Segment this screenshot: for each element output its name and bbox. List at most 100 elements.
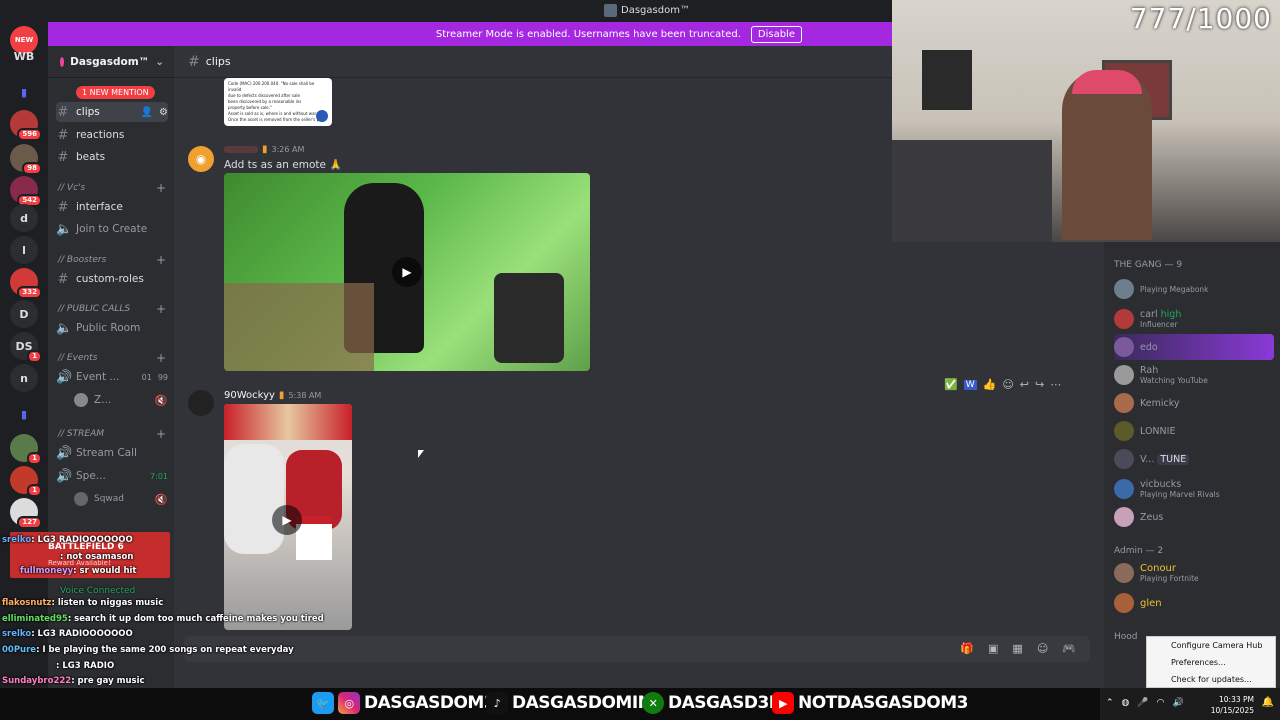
voice-user[interactable]: Z... 🔇 xyxy=(74,390,168,410)
member-item[interactable]: vicbucks Playing Marvel Rivals xyxy=(1114,476,1274,502)
member-item[interactable]: Kemicky xyxy=(1114,390,1274,416)
volume-icon[interactable]: 🔊 xyxy=(1172,698,1183,708)
invite-icon[interactable]: 👤 xyxy=(141,107,153,118)
channel-clips[interactable]: # clips 👤 ⚙ xyxy=(56,102,168,122)
gif-icon[interactable]: ▣ xyxy=(988,642,998,655)
message: 90Wockyy ▮ 5:38 AM ▶ xyxy=(174,388,1104,630)
channel-stream-call[interactable]: 🔊 Stream Call xyxy=(56,443,168,463)
emoji-icon[interactable]: ☺ xyxy=(1037,642,1048,655)
category-vcs[interactable]: // Vc's + xyxy=(58,180,166,196)
social-xbox: ✕ DASGASD3M xyxy=(642,692,786,714)
social-handle: DASGASD3M xyxy=(668,693,786,713)
username[interactable]: 90Wockyy xyxy=(224,390,275,401)
follower-goal-counter: 777/1000 xyxy=(1129,2,1272,35)
plus-icon[interactable]: + xyxy=(156,351,166,365)
discord-avatar-icon[interactable]: ◉ xyxy=(188,146,214,172)
member-item[interactable]: carl high Influencer xyxy=(1114,306,1274,332)
play-icon[interactable]: ▶ xyxy=(272,505,302,535)
tray-context-menu: Configure Camera Hub Preferences... Chec… xyxy=(1146,636,1276,688)
category-label: // Vc's xyxy=(58,183,86,193)
tray-clock[interactable]: 10:33 PM 10/15/2025 xyxy=(1211,694,1254,716)
sticker-icon[interactable]: ▦ xyxy=(1012,642,1022,655)
microphone-icon[interactable]: 🎤 xyxy=(1137,698,1148,708)
hash-icon: # xyxy=(57,149,69,165)
category-stream[interactable]: // STREAM + xyxy=(58,426,166,442)
server-icon[interactable]: 1 xyxy=(10,434,42,465)
document-image[interactable]: Code (MAC) 200.200.040. "No sale shall b… xyxy=(224,78,332,126)
member-item[interactable]: glen xyxy=(1114,590,1274,616)
menu-item-configure-camera-hub[interactable]: Configure Camera Hub xyxy=(1147,637,1275,654)
channel-spe[interactable]: 🔊 Spe... 7:01 xyxy=(56,466,168,486)
channel-custom-roles[interactable]: # custom-roles xyxy=(56,269,168,289)
message-header: ▮ 3:26 AM xyxy=(224,144,304,155)
member-activity: Watching YouTube xyxy=(1140,376,1208,385)
server-d[interactable]: d xyxy=(10,204,38,232)
member-item[interactable]: Zeus xyxy=(1114,504,1274,530)
avatar xyxy=(1114,337,1134,357)
message-input[interactable]: 🎁 ▣ ▦ ☺ 🎮 xyxy=(184,636,1090,662)
server-icon[interactable]: 1 xyxy=(10,466,42,497)
server-D[interactable]: D xyxy=(10,300,38,328)
server-wb[interactable]: WB xyxy=(10,42,38,70)
chat-user: flakosnutz xyxy=(2,598,52,608)
server-boost-icon xyxy=(60,56,65,67)
folder-icon[interactable]: ▮ xyxy=(10,400,38,428)
gift-icon[interactable]: 🎁 xyxy=(960,642,974,655)
server-n[interactable]: n xyxy=(10,364,38,392)
member-tag: TUNE xyxy=(1157,453,1190,465)
member-item[interactable]: Rah Watching YouTube xyxy=(1114,362,1274,388)
server-l[interactable]: l xyxy=(10,236,38,264)
plus-icon[interactable]: + xyxy=(156,181,166,195)
server-header[interactable]: Dasgasdom™ ⌄ xyxy=(48,46,174,78)
avatar[interactable] xyxy=(188,390,214,416)
folder-icon[interactable]: ▮ xyxy=(10,78,38,106)
activity-icon[interactable]: 🎮 xyxy=(1062,642,1076,655)
plus-icon[interactable]: + xyxy=(156,427,166,441)
member-name: Rah xyxy=(1140,365,1159,376)
video-attachment[interactable]: ▶ xyxy=(224,173,590,371)
category-boosters[interactable]: // Boosters + xyxy=(58,252,166,268)
wifi-icon[interactable]: ◠ xyxy=(1157,698,1165,708)
hidden-username[interactable] xyxy=(224,146,258,153)
notification-icon[interactable]: 🔔 xyxy=(1262,697,1274,708)
member-name: Kemicky xyxy=(1140,397,1180,409)
play-icon[interactable]: ▶ xyxy=(392,257,422,287)
network-icon[interactable]: ◍ xyxy=(1122,698,1130,708)
mention-badge: 98 xyxy=(22,162,42,175)
chat-text: : sr would hit xyxy=(73,566,137,576)
server-icon[interactable]: 98 xyxy=(10,144,42,175)
menu-item-preferences[interactable]: Preferences... xyxy=(1147,654,1275,671)
member-activity: Playing Megabonk xyxy=(1140,284,1209,294)
plus-icon[interactable]: + xyxy=(156,302,166,316)
server-icon[interactable]: 332 xyxy=(10,268,42,299)
server-icon[interactable]: 596 xyxy=(10,110,42,141)
channel-public-room[interactable]: 🔈 Public Room xyxy=(56,318,168,338)
server-name: Dasgasdom™ xyxy=(70,55,150,68)
disable-button[interactable]: Disable xyxy=(750,25,802,43)
chevron-up-icon[interactable]: ⌃ xyxy=(1106,698,1114,708)
server-icon[interactable]: 127 xyxy=(10,498,42,529)
member-item[interactable]: V... TUNE xyxy=(1114,446,1274,472)
plus-icon[interactable]: + xyxy=(156,253,166,267)
avatar xyxy=(1114,563,1134,583)
menu-item-check-updates[interactable]: Check for updates... xyxy=(1147,671,1275,688)
member-item[interactable]: LONNIE xyxy=(1114,418,1274,444)
server-icon[interactable]: 542 xyxy=(10,176,42,207)
zoom-icon[interactable] xyxy=(316,110,328,122)
category-public-calls[interactable]: // PUBLIC CALLS + xyxy=(58,301,166,317)
member-item[interactable]: Conour Playing Fortnite xyxy=(1114,560,1274,586)
channel-reactions[interactable]: # reactions xyxy=(56,125,168,145)
server-ds[interactable]: DS 1 xyxy=(10,332,42,363)
category-events[interactable]: // Events + xyxy=(58,350,166,366)
gear-icon[interactable]: ⚙ xyxy=(159,107,168,118)
channel-join-to-create[interactable]: 🔈 Join to Create xyxy=(56,219,168,239)
member-item[interactable]: Playing Megabonk xyxy=(1114,276,1274,302)
channel-beats[interactable]: # beats xyxy=(56,147,168,167)
new-mention-pill[interactable]: 1 NEW MENTION xyxy=(76,86,155,99)
member-item[interactable]: edo xyxy=(1114,334,1274,360)
channel-interface[interactable]: # interface xyxy=(56,197,168,217)
channel-event[interactable]: 🔊 Event ... 01 99 xyxy=(56,367,168,387)
chat-user: srelko xyxy=(2,535,32,545)
composer-tools: 🎁 ▣ ▦ ☺ 🎮 xyxy=(960,642,1076,655)
voice-user[interactable]: Sqwad 🔇 xyxy=(74,489,168,509)
